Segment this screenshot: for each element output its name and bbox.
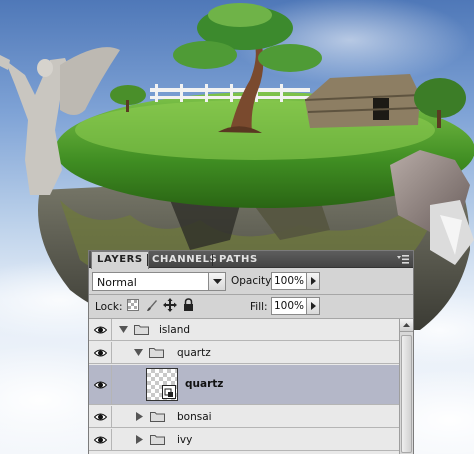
- triangle-icon[interactable]: [119, 326, 128, 334]
- tab-paths[interactable]: PATHS: [214, 252, 263, 268]
- layers-panel: LAYERS CHANNELS PATHS Normal Opacity: 10…: [88, 250, 414, 454]
- blend-mode-value: Normal: [97, 276, 137, 289]
- layer-name: island: [159, 324, 191, 336]
- visibility-toggle[interactable]: [89, 342, 112, 363]
- opacity-slider-button[interactable]: [306, 272, 320, 290]
- opacity-value: 100%: [273, 275, 305, 287]
- layer-row-ivy[interactable]: ivy: [89, 429, 399, 451]
- layer-name: quartz: [185, 378, 224, 390]
- eye-icon: [94, 381, 107, 389]
- folder-icon: [149, 348, 164, 358]
- layer-row-quartz-group[interactable]: quartz: [89, 342, 399, 364]
- layer-name: ivy: [177, 434, 193, 446]
- smart-object-icon: [162, 385, 176, 399]
- chevron-down-icon[interactable]: [208, 273, 225, 290]
- eye-icon: [94, 413, 107, 421]
- move-icon[interactable]: [163, 298, 177, 312]
- layer-row-quartz-smart-object[interactable]: quartz: [89, 365, 399, 405]
- triangle-icon[interactable]: [136, 435, 144, 444]
- tab-layers[interactable]: LAYERS: [91, 251, 149, 269]
- checkerboard-icon[interactable]: [127, 299, 139, 311]
- panel-tab-bar: LAYERS CHANNELS PATHS: [89, 251, 413, 269]
- eye-icon: [94, 326, 107, 334]
- triangle-icon[interactable]: [136, 412, 144, 421]
- brush-icon[interactable]: [146, 299, 158, 312]
- blend-mode-select[interactable]: Normal: [92, 272, 226, 291]
- layer-row-island[interactable]: island: [89, 319, 399, 341]
- divider: [89, 294, 413, 295]
- tab-separator: [212, 254, 213, 266]
- layer-name: bonsai: [177, 411, 212, 423]
- scrollbar-thumb[interactable]: [401, 335, 412, 453]
- folder-icon: [134, 325, 149, 335]
- folder-icon: [150, 412, 165, 422]
- padlock-icon[interactable]: [183, 298, 194, 312]
- layer-thumbnail[interactable]: [146, 368, 178, 401]
- eye-icon: [94, 436, 107, 444]
- fill-field[interactable]: 100%: [271, 297, 307, 315]
- opacity-field[interactable]: 100%: [271, 272, 307, 290]
- layer-list: island quartz quartz bonsai ivy: [89, 319, 399, 454]
- fill-value: 100%: [273, 300, 305, 312]
- layer-row-bonsai[interactable]: bonsai: [89, 406, 399, 428]
- triangle-icon[interactable]: [134, 349, 143, 357]
- folder-icon: [150, 435, 165, 445]
- opacity-label: Opacity:: [231, 275, 275, 287]
- layer-name: quartz: [177, 347, 211, 359]
- visibility-toggle[interactable]: [89, 429, 112, 450]
- layer-list-scrollbar[interactable]: [399, 319, 413, 454]
- visibility-toggle[interactable]: [89, 406, 112, 427]
- visibility-toggle[interactable]: [89, 319, 112, 340]
- fill-label: Fill:: [250, 301, 268, 313]
- fill-slider-button[interactable]: [306, 297, 320, 315]
- visibility-toggle[interactable]: [89, 365, 112, 404]
- eye-icon: [94, 349, 107, 357]
- blend-opacity-row: Normal Opacity: 100%: [89, 271, 413, 293]
- lock-label: Lock:: [95, 301, 123, 313]
- panel-menu-icon[interactable]: [396, 254, 410, 265]
- scroll-up-button[interactable]: [400, 319, 413, 332]
